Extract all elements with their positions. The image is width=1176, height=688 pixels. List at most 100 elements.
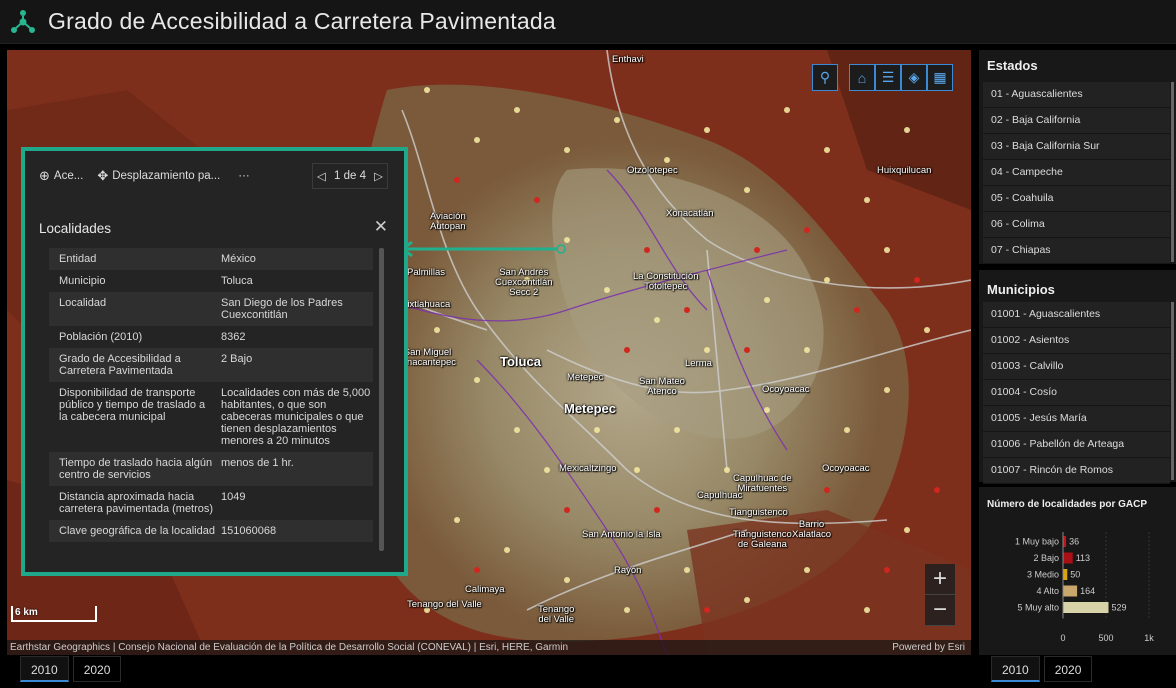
municipios-panel: Municipios 01001 - Aguascalientes 01002 -… bbox=[979, 270, 1176, 484]
attribution-text: Earthstar Geographics | Consejo Nacional… bbox=[10, 642, 569, 653]
app-title: Grado de Accesibilidad a Carretera Pavim… bbox=[48, 8, 556, 34]
home-button[interactable]: ⌂ bbox=[849, 64, 875, 91]
home-icon: ⌂ bbox=[857, 69, 867, 86]
chart-value-label: 529 bbox=[1111, 603, 1126, 613]
chevron-left-icon[interactable]: ◁ bbox=[317, 169, 326, 183]
map-place-label: Calimaya bbox=[465, 584, 505, 595]
legend-button[interactable]: ☰ bbox=[875, 64, 901, 91]
chart-title: Número de localidades por GACP bbox=[987, 499, 1148, 510]
map-place-label: Metepec bbox=[564, 401, 617, 416]
chart-value-label: 113 bbox=[1076, 553, 1090, 563]
map-place-label: San Antonio la Isla bbox=[582, 529, 661, 540]
estados-scrollbar[interactable] bbox=[1171, 82, 1174, 262]
map-place-label: Tianguistenco de Galeana bbox=[733, 529, 792, 550]
chevron-right-icon[interactable]: ▷ bbox=[374, 169, 383, 183]
network-logo-icon bbox=[11, 9, 35, 33]
zoom-in-icon: ⊕ bbox=[39, 168, 50, 183]
map-place-label: Ocoyoacac bbox=[822, 463, 870, 474]
chart-bar[interactable] bbox=[1063, 585, 1078, 597]
list-item[interactable]: 03 - Baja California Sur bbox=[983, 134, 1170, 160]
field-name: Entidad bbox=[59, 253, 97, 265]
list-item[interactable]: 05 - Coahuila bbox=[983, 186, 1170, 212]
list-item[interactable]: 01002 - Asientos bbox=[983, 328, 1170, 354]
move-icon: ✥ bbox=[97, 168, 109, 183]
map-place-label: Tenango del Valle bbox=[538, 604, 575, 625]
feature-popup: ⊕ Ace... ✥ Desplazamiento pa... ··· ◁ 1 … bbox=[21, 147, 408, 576]
popup-pan-action[interactable]: ✥ Desplazamiento pa... bbox=[97, 168, 220, 184]
chart-tick-label: 1k bbox=[1144, 633, 1154, 643]
map-place-label: Tianguistenco bbox=[729, 507, 788, 518]
map-place-label: Palmillas bbox=[407, 267, 446, 278]
search-button[interactable]: ⚲ bbox=[812, 64, 838, 91]
map-view[interactable]: Enthavi Otzolotepec Xonacatlán Aviación Aut… bbox=[7, 50, 971, 655]
popup-zoom-action-label: Ace... bbox=[53, 170, 84, 182]
map-place-label: Otzolotepec bbox=[627, 165, 678, 176]
list-item[interactable]: 01003 - Calvillo bbox=[983, 354, 1170, 380]
gacp-chart-panel: Número de localidades por GACP 1 Muy baj… bbox=[979, 487, 1176, 655]
powered-by-esri[interactable]: Powered by Esri bbox=[892, 640, 965, 655]
chart-bar[interactable] bbox=[1063, 569, 1068, 580]
tab-year-2010[interactable]: 2010 bbox=[20, 656, 69, 682]
zoom-in-button[interactable]: + bbox=[925, 564, 955, 595]
more-icon: ··· bbox=[238, 170, 250, 182]
field-name: Grado de Accesibilidad a Carretera Pavim… bbox=[59, 353, 181, 377]
map-place-label: Toluca bbox=[500, 354, 541, 369]
field-value: Toluca bbox=[221, 275, 253, 287]
list-item[interactable]: 01 - Aguascalientes bbox=[983, 82, 1170, 108]
popup-pager-text: 1 de 4 bbox=[334, 170, 366, 182]
list-item[interactable]: 01006 - Pabellón de Arteaga bbox=[983, 432, 1170, 458]
map-place-label: San Mateo Atenco bbox=[639, 376, 685, 397]
map-place-label: Aviación Autopan bbox=[430, 211, 466, 232]
map-place-label: San Andrés Cuexcontitlán Secc 2 bbox=[495, 267, 553, 298]
table-row: Municipio Toluca bbox=[49, 270, 373, 292]
map-place-label: Capulhuac bbox=[697, 490, 743, 501]
map-place-label: Tenango del Valle bbox=[407, 599, 482, 610]
popup-scrollbar[interactable] bbox=[379, 248, 384, 551]
map-place-label: Rayón bbox=[614, 565, 642, 576]
field-value: San Diego de los Padres Cuexcontitlán bbox=[221, 297, 343, 321]
field-value: 2 Bajo bbox=[221, 353, 253, 365]
chart-category-label: 1 Muy bajo bbox=[1015, 537, 1059, 547]
layers-button[interactable]: ◈ bbox=[901, 64, 927, 91]
gacp-bar-chart: 1 Muy bajo 36 2 Bajo 113 3 Medio 50 4 Alto 164 5… bbox=[1015, 532, 1154, 643]
year-tabs-right: 2010 2020 bbox=[991, 656, 1096, 682]
map-search-toolbar: ⚲ bbox=[812, 64, 838, 91]
chart-category-label: 5 Muy alto bbox=[1017, 603, 1059, 613]
field-name: Municipio bbox=[59, 275, 106, 287]
zoom-out-button[interactable]: − bbox=[925, 595, 955, 626]
chart-value-label: 50 bbox=[1070, 570, 1080, 580]
list-item[interactable]: 01001 - Aguascalientes bbox=[983, 302, 1170, 328]
estados-panel: Estados 01 - Aguascalientes 02 - Baja Cal… bbox=[979, 50, 1176, 264]
list-icon: ☰ bbox=[881, 69, 895, 85]
tab-year-2020[interactable]: 2020 bbox=[72, 656, 122, 682]
list-item[interactable]: 06 - Colima bbox=[983, 212, 1170, 238]
close-icon[interactable]: ✕ bbox=[374, 217, 388, 237]
list-item[interactable]: 04 - Campeche bbox=[983, 160, 1170, 186]
list-item[interactable]: 07 - Chiapas bbox=[983, 238, 1170, 264]
tab-year-2020[interactable]: 2020 bbox=[1043, 656, 1093, 682]
chart-bar[interactable] bbox=[1063, 552, 1073, 564]
year-tabs-left: 2010 2020 bbox=[20, 656, 125, 682]
basemap-gallery-button[interactable]: ▦ bbox=[927, 64, 953, 91]
list-item[interactable]: 01005 - Jesús María bbox=[983, 406, 1170, 432]
popup-more-button[interactable]: ··· bbox=[238, 170, 250, 182]
municipios-scrollbar[interactable] bbox=[1171, 302, 1174, 480]
estados-title: Estados bbox=[987, 58, 1038, 73]
map-place-label: Ocoyoacac bbox=[762, 384, 810, 395]
list-item[interactable]: 02 - Baja California bbox=[983, 108, 1170, 134]
list-item[interactable]: 01004 - Cosío bbox=[983, 380, 1170, 406]
table-row: Clave geográfica de la localidad 15106006… bbox=[49, 520, 373, 542]
popup-pager: ◁ 1 de 4 ▷ bbox=[312, 163, 388, 189]
popup-zoom-action[interactable]: ⊕ Ace... bbox=[39, 168, 83, 184]
list-item[interactable]: 01007 - Rincón de Romos bbox=[983, 458, 1170, 484]
map-place-label: La Constitución Totoltepec bbox=[633, 271, 699, 292]
map-place-label: Enthavi bbox=[612, 54, 644, 65]
map-widget-toolbar: ⌂ ☰ ◈ ▦ bbox=[849, 64, 953, 91]
tab-year-2010[interactable]: 2010 bbox=[991, 656, 1040, 682]
chart-value-label: 36 bbox=[1069, 537, 1079, 547]
chart-bar[interactable] bbox=[1063, 602, 1109, 613]
field-value: 8362 bbox=[221, 331, 246, 343]
map-place-label: Barrio Xalatlaco bbox=[792, 519, 832, 540]
popup-actions-bar: ⊕ Ace... ✥ Desplazamiento pa... ··· ◁ 1 … bbox=[25, 151, 404, 201]
table-row: Tiempo de traslado hacia algún centro de… bbox=[49, 452, 373, 486]
